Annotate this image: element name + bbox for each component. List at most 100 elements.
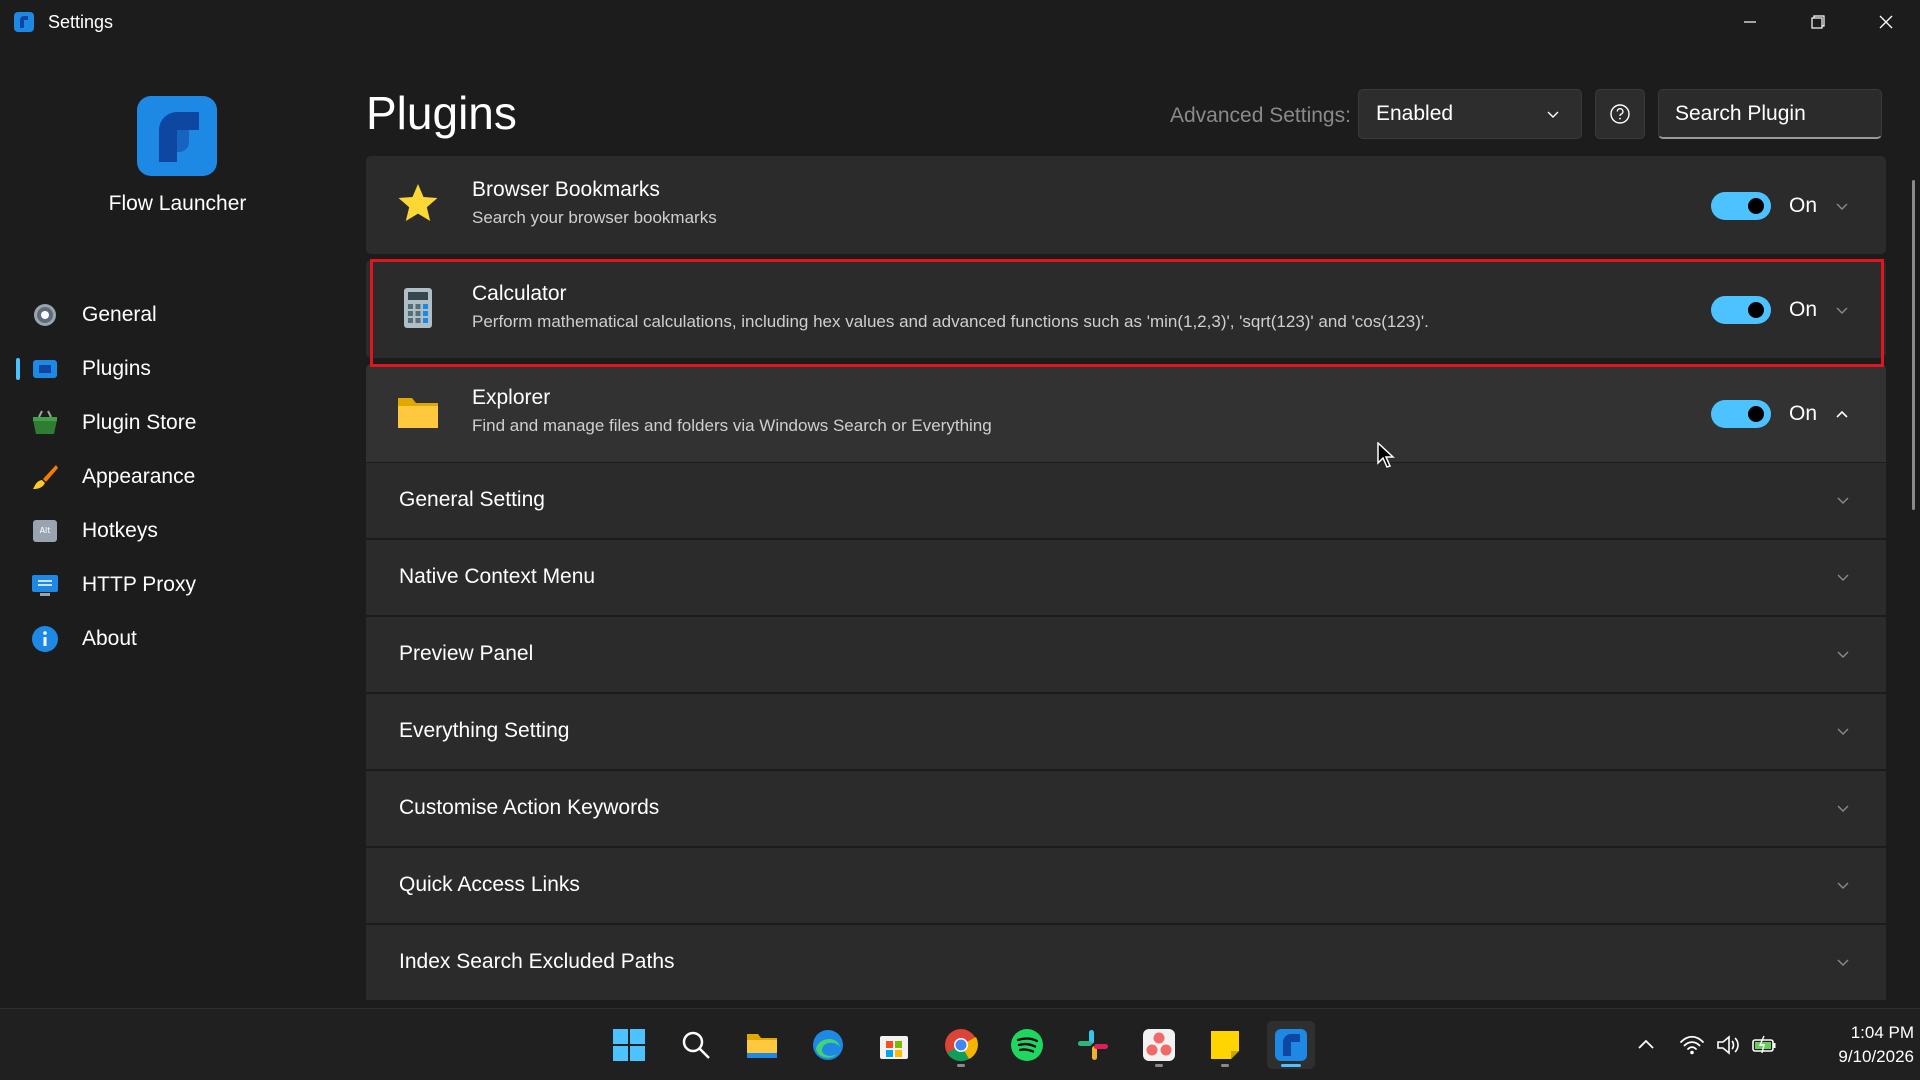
chevron-down-icon[interactable]	[1835, 303, 1849, 317]
window-title: Settings	[48, 12, 114, 32]
setting-row-everything-setting[interactable]: Everything Setting	[366, 693, 1886, 769]
sidebar-item-plugins[interactable]: Plugins	[0, 342, 355, 396]
search-icon	[682, 1031, 710, 1059]
chevron-down-icon[interactable]	[1835, 199, 1849, 213]
mouse-cursor-icon	[1377, 442, 1395, 468]
chevron-down-icon	[1837, 805, 1849, 812]
toggle-state-label: On	[1789, 298, 1818, 321]
title-bar: Settings	[0, 0, 1920, 44]
edge-icon	[813, 1030, 843, 1060]
toggle-state-label: On	[1789, 194, 1818, 217]
help-button[interactable]	[1595, 89, 1645, 139]
taskbar-file-explorer[interactable]	[738, 1021, 786, 1069]
plugin-toggle[interactable]	[1711, 400, 1771, 428]
toggle-state-label: On	[1789, 402, 1818, 425]
flow-launcher-app-icon	[14, 12, 34, 32]
advanced-settings-label: Advanced Settings:	[1170, 104, 1351, 127]
advanced-settings-dropdown[interactable]: Enabled	[1358, 89, 1582, 139]
setting-row-general-setting[interactable]: General Setting	[366, 462, 1886, 538]
app-name: Flow Launcher	[108, 192, 247, 215]
clock-date: 9/10/2026	[1838, 1047, 1914, 1066]
setting-row-preview-panel[interactable]: Preview Panel	[366, 616, 1886, 692]
plugin-card-explorer[interactable]: Explorer Find and manage files and folde…	[366, 364, 1886, 462]
sidebar-item-http-proxy[interactable]: HTTP Proxy	[0, 558, 355, 612]
sidebar-item-hotkeys[interactable]: Alt Hotkeys	[0, 504, 355, 558]
sticky-notes-icon	[1211, 1031, 1239, 1059]
plugin-description: Search your browser bookmarks	[472, 208, 717, 227]
sidebar-item-label: Hotkeys	[82, 519, 158, 542]
setting-label: Everything Setting	[399, 719, 570, 742]
toggle-knob	[1748, 198, 1764, 214]
plugin-name: Calculator	[472, 282, 567, 305]
sidebar-item-about[interactable]: About	[0, 612, 355, 666]
taskbar-spotify[interactable]	[1003, 1021, 1051, 1069]
wifi-icon[interactable]	[1678, 1031, 1706, 1059]
flow-launcher-logo	[137, 96, 217, 176]
plugin-name: Explorer	[472, 386, 551, 409]
search-plugin-input[interactable]	[1658, 89, 1882, 139]
brush-icon	[33, 465, 58, 489]
chevron-down-icon	[1837, 959, 1849, 966]
battery-charging-icon[interactable]	[1750, 1031, 1778, 1059]
setting-label: Customise Action Keywords	[399, 796, 660, 819]
sidebar-item-general[interactable]: General	[0, 288, 355, 342]
plugin-description: Find and manage files and folders via Wi…	[472, 416, 992, 435]
alt-key-icon: Alt	[33, 520, 57, 542]
setting-row-customise-action-keywords[interactable]: Customise Action Keywords	[366, 770, 1886, 846]
plugin-toggle[interactable]	[1711, 296, 1771, 324]
setting-row-quick-access-links[interactable]: Quick Access Links	[366, 847, 1886, 923]
folder-icon	[398, 398, 438, 428]
taskbar-sticky-notes[interactable]	[1201, 1021, 1249, 1069]
setting-row-native-context-menu[interactable]: Native Context Menu	[366, 539, 1886, 615]
setting-label: General Setting	[399, 488, 545, 511]
chrome-icon	[945, 1029, 978, 1062]
taskbar-start[interactable]	[605, 1021, 653, 1069]
chevron-down-icon	[1837, 882, 1849, 889]
scrollbar[interactable]	[1912, 180, 1915, 510]
basket-icon	[33, 410, 57, 434]
star-icon	[398, 184, 438, 221]
sidebar-item-appearance[interactable]: Appearance	[0, 450, 355, 504]
sidebar-nav: General Plugins Plugin Store Appearance	[0, 288, 355, 666]
chevron-up-icon[interactable]	[1632, 1031, 1660, 1059]
taskbar-asana[interactable]	[1135, 1021, 1183, 1069]
close-button[interactable]	[1852, 0, 1920, 44]
settings-window: Settings Flow Launcher General Plugins P…	[0, 0, 1920, 1008]
sidebar-item-label: General	[82, 303, 157, 326]
info-icon	[32, 626, 58, 652]
taskbar-chrome[interactable]	[937, 1021, 985, 1069]
setting-row-index-search-excluded-paths[interactable]: Index Search Excluded Paths	[366, 924, 1886, 1000]
toggle-knob	[1748, 302, 1764, 318]
plugin-toggle[interactable]	[1711, 192, 1771, 220]
plugin-card-calculator[interactable]: Calculator Perform mathematical calculat…	[366, 260, 1886, 358]
taskbar-edge[interactable]	[804, 1021, 852, 1069]
volume-icon[interactable]	[1714, 1031, 1742, 1059]
plugin-card-browser-bookmarks[interactable]: Browser Bookmarks Search your browser bo…	[366, 156, 1886, 254]
chevron-down-icon	[1837, 574, 1849, 581]
file-explorer-icon	[747, 1034, 777, 1058]
taskbar-search[interactable]	[672, 1021, 720, 1069]
setting-label: Index Search Excluded Paths	[399, 950, 675, 973]
system-clock[interactable]: 1:04 PM 9/10/2026	[1804, 1021, 1914, 1069]
taskbar-slack[interactable]	[1069, 1021, 1117, 1069]
clock-time: 1:04 PM	[1850, 1023, 1914, 1042]
chevron-down-icon	[1837, 728, 1849, 735]
running-indicator	[1221, 1064, 1229, 1067]
restore-button[interactable]	[1784, 0, 1852, 44]
running-indicator	[1281, 1064, 1301, 1067]
sidebar-item-label: Plugin Store	[82, 411, 197, 434]
setting-label: Quick Access Links	[399, 873, 580, 896]
setting-label: Native Context Menu	[399, 565, 596, 588]
chevron-up-icon[interactable]	[1835, 407, 1849, 421]
help-icon	[1610, 104, 1630, 124]
spotify-icon	[1011, 1029, 1043, 1061]
taskbar-flow-launcher[interactable]	[1267, 1021, 1315, 1069]
asana-icon	[1143, 1029, 1175, 1061]
microsoft-store-icon	[880, 1036, 908, 1059]
page-title: Plugins	[366, 87, 517, 139]
taskbar-store[interactable]	[870, 1021, 918, 1069]
running-indicator	[1155, 1064, 1163, 1067]
windows-start-icon	[613, 1029, 645, 1061]
sidebar-item-plugin-store[interactable]: Plugin Store	[0, 396, 355, 450]
minimize-button[interactable]	[1716, 0, 1784, 44]
